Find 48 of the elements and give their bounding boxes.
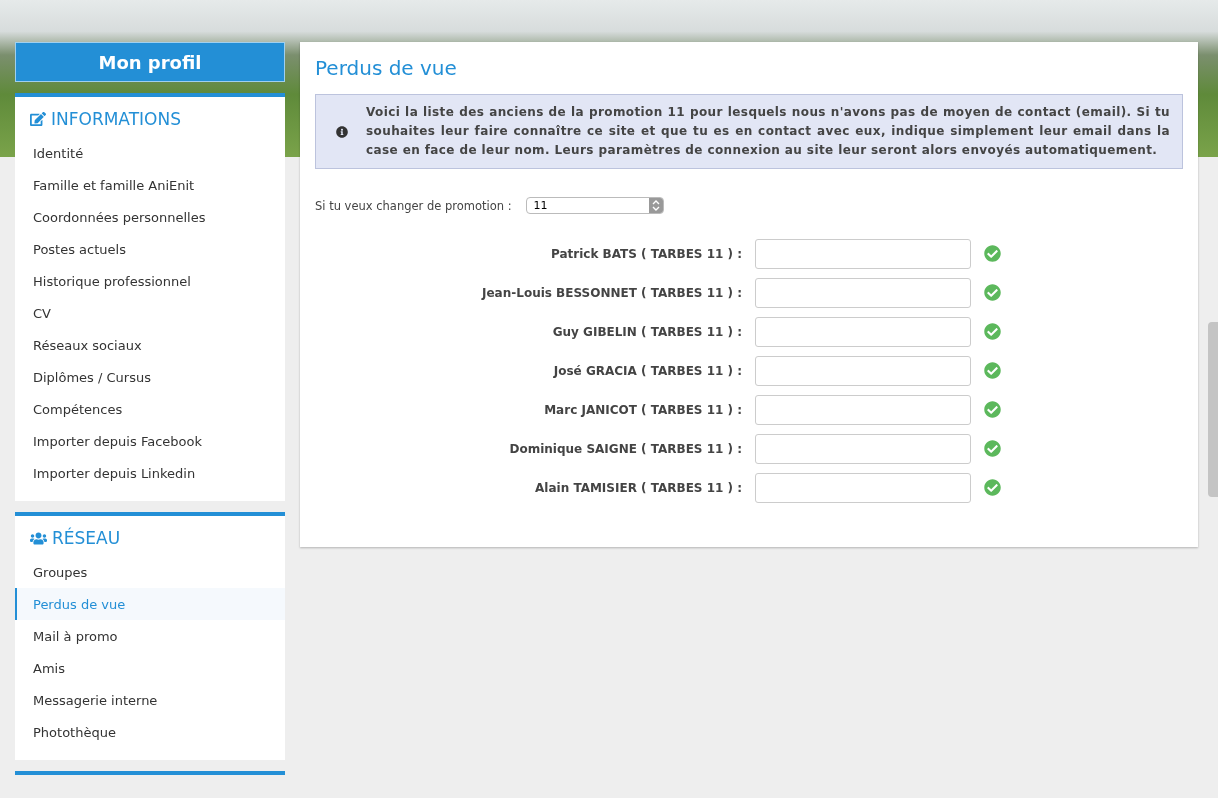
sidebar-item[interactable]: Postes actuels [15,233,285,265]
section-title: INFORMATIONS [51,109,181,129]
email-field[interactable] [755,433,971,464]
sidebar-item[interactable]: Réseaux sociaux [15,329,285,361]
check-icon [984,401,1001,418]
page-title: Perdus de vue [315,56,458,80]
sidebar-item[interactable]: Photothèque [15,716,285,748]
check-icon [984,479,1001,496]
email-field[interactable] [755,472,971,503]
sidebar-item[interactable]: CV [15,297,285,329]
email-field[interactable] [755,277,971,308]
spinner-icon [648,198,663,213]
info-icon [336,125,348,138]
sidebar-item[interactable]: Historique professionnel [15,265,285,297]
sidebar-item[interactable]: Compétences [15,393,285,425]
sidebar-header: Mon profil [15,42,285,82]
sidebar-item[interactable]: Coordonnées personnelles [15,201,285,233]
sidebar-item[interactable]: Groupes [15,556,285,588]
edit-icon [30,111,46,127]
scrollbar[interactable] [1208,322,1218,497]
sidebar-item[interactable]: Identité [15,137,285,169]
sidebar-item[interactable]: Amis [15,652,285,684]
sidebar-item[interactable]: Importer depuis Linkedin [15,457,285,489]
person-label: Patrick BATS ( TARBES 11 ) : [549,246,742,261]
sidebar-item[interactable]: Mail à promo [15,620,285,652]
promotion-select[interactable]: 11 [525,197,664,214]
check-icon [984,362,1001,379]
check-icon [984,245,1001,262]
email-field[interactable] [755,316,971,347]
check-icon [984,440,1001,457]
promotion-label: Si tu veux changer de promotion : [315,198,512,213]
person-label: Alain TAMISIER ( TARBES 11 ) : [534,480,742,495]
person-label: Dominique SAIGNE ( TARBES 11 ) : [508,441,742,456]
person-label: Marc JANICOT ( TARBES 11 ) : [543,402,742,417]
notice-text: Voici la liste des anciens de la promotion 11 pour lesquels nous n'avons pas de moyen de contact (email). Si tu souhaites leur faire connaître ce site et que tu es en contact avec eux, indique simplement leur email dans la case en face de leur nom. Leurs paramètres de connexion au site leur seront alors envoyés automatiquement. [366,104,1170,159]
person-label: Jean-Louis BESSONNET ( TARBES 11 ) : [480,285,742,300]
email-field[interactable] [755,238,971,269]
person-label: Guy GIBELIN ( TARBES 11 ) : [551,324,742,339]
email-field[interactable] [755,394,971,425]
sidebar-item[interactable]: Messagerie interne [15,684,285,716]
sidebar-item[interactable]: Importer depuis Facebook [15,425,285,457]
sidebar-item[interactable]: Famille et famille AniEnit [15,169,285,201]
sidebar-item[interactable]: Diplômes / Cursus [15,361,285,393]
person-label: José GRACIA ( TARBES 11 ) : [552,363,742,378]
check-icon [984,284,1001,301]
check-icon [984,323,1001,340]
email-field[interactable] [755,355,971,386]
section-title: RÉSEAU [52,528,121,548]
